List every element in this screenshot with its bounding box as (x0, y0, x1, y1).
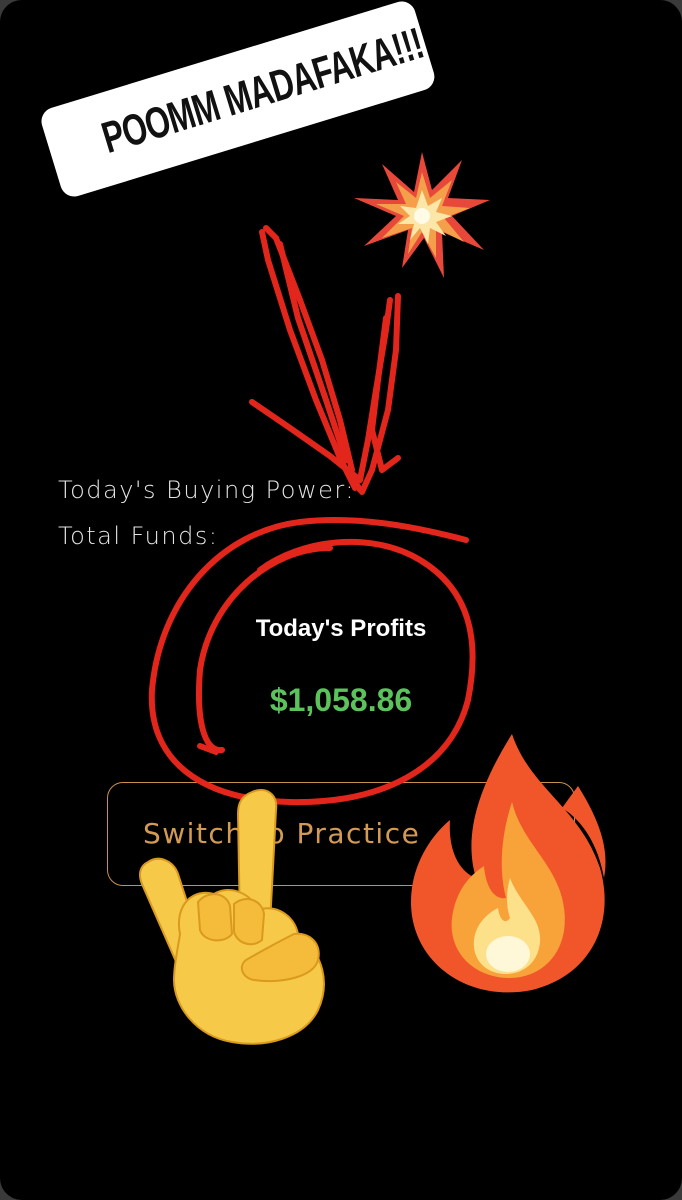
switch-to-practice-button[interactable]: Switch to Practice (107, 782, 575, 886)
circle-stroke-inner (195, 545, 333, 753)
total-funds-label: Total Funds: (58, 522, 219, 550)
sticker-text: POOMM MADAFAKA!!! (96, 18, 429, 163)
arrow-stroke-6 (249, 399, 363, 483)
app-screen: Today's Buying Power: Total Funds: Today… (0, 0, 682, 1200)
buying-power-label: Today's Buying Power: (58, 476, 355, 504)
arrow-stroke-4 (357, 297, 393, 483)
arrow-stroke-3 (277, 241, 349, 463)
arrow-stroke-7 (369, 315, 401, 473)
todays-profits-title-text: Today's Profits (255, 615, 427, 642)
arrow-stroke-1 (263, 225, 355, 473)
arrow-stroke-5 (359, 293, 401, 495)
sticker-banner: POOMM MADAFAKA!!! (38, 0, 438, 200)
collision-emoji (354, 152, 490, 278)
switch-to-practice-label: Switch to Practice (143, 817, 421, 850)
arrow-stroke-2 (259, 229, 358, 491)
todays-profits-title: Today's Profits (0, 615, 682, 643)
circle-stroke-outer (148, 517, 476, 806)
circle-stroke-tail (197, 743, 219, 755)
todays-profits-value: $1,058.86 (269, 682, 413, 718)
